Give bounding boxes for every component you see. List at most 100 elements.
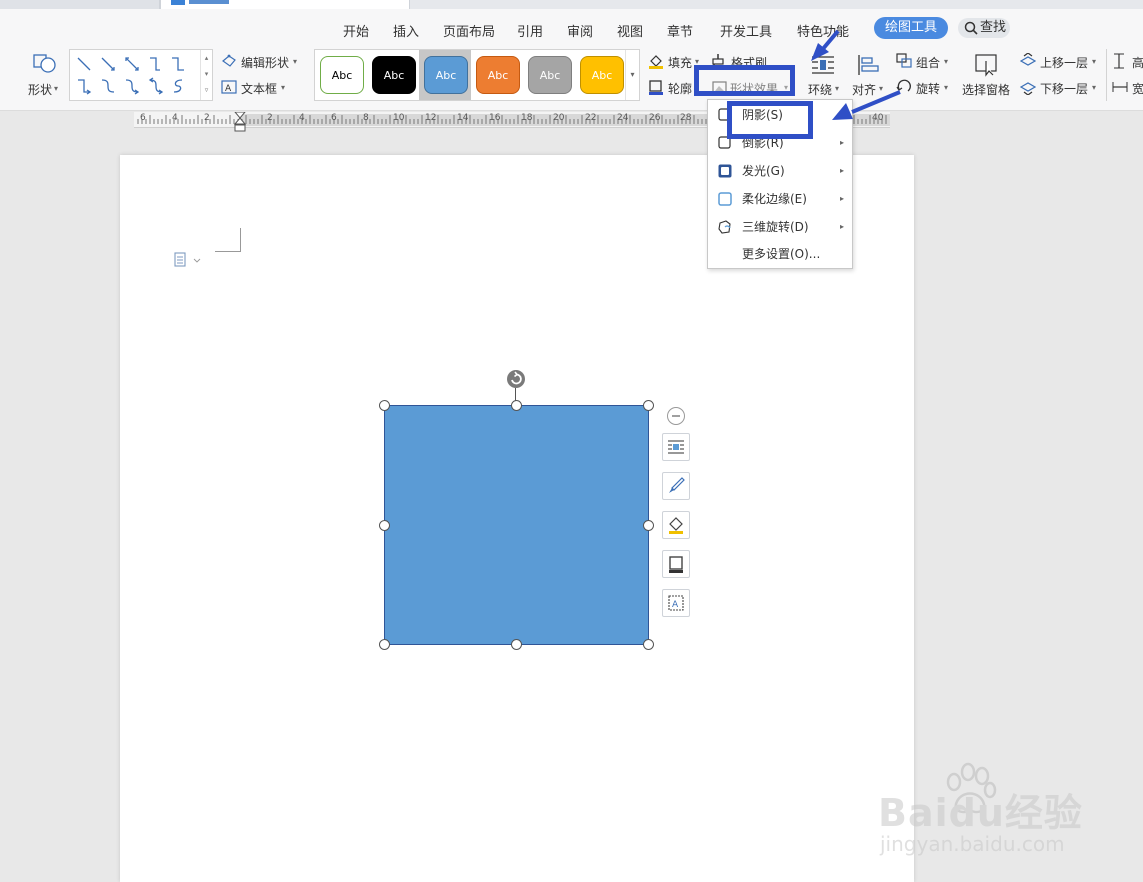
watermark-url: jingyan.baidu.com: [880, 832, 1065, 856]
resize-handle-left[interactable]: [379, 520, 390, 531]
style-swatch-gray[interactable]: Abc: [528, 56, 572, 94]
menu-section[interactable]: 章节: [667, 21, 693, 40]
resize-handle-bottom-left[interactable]: [379, 639, 390, 650]
send-backward-button[interactable]: 下移一层 ▾: [1020, 79, 1100, 97]
style-swatch-gold[interactable]: Abc: [580, 56, 624, 94]
shape-fill-button[interactable]: [662, 511, 690, 539]
indent-marker-icon[interactable]: [234, 112, 246, 134]
style-swatch-blue[interactable]: Abc: [424, 56, 468, 94]
bring-forward-button[interactable]: 上移一层 ▾: [1020, 53, 1100, 71]
ruler-number: 10: [393, 113, 405, 123]
selected-rectangle-shape[interactable]: [384, 405, 649, 645]
submenu-arrow-icon: ▸: [839, 138, 844, 147]
style-swatch-black[interactable]: Abc: [372, 56, 416, 94]
menu-insert[interactable]: 插入: [393, 21, 419, 40]
menu-item-3d-rotation[interactable]: 三维旋转(D) ▸: [708, 214, 852, 240]
ruler-number: 2: [267, 113, 273, 123]
ruler-number: 20: [553, 113, 565, 123]
menu-item-more-settings[interactable]: 更多设置(O)...: [708, 241, 852, 267]
send-backward-label: 下移一层: [1040, 82, 1089, 96]
margin-corner-mark: [215, 228, 241, 252]
menu-item-glow[interactable]: 发光(G) ▸: [708, 158, 852, 184]
document-tab-active[interactable]: [160, 0, 410, 9]
rotate-label: 旋转: [916, 82, 941, 96]
wrap-button[interactable]: 环绕 ▾: [804, 51, 844, 101]
rotate-button[interactable]: 旋转 ▾: [896, 79, 954, 97]
menu-item-label: 三维旋转(D): [742, 220, 809, 234]
menu-review[interactable]: 审阅: [567, 21, 593, 40]
menu-item-soft-edges[interactable]: 柔化边缘(E) ▸: [708, 186, 852, 212]
ruler-number: 14: [457, 113, 469, 123]
menu-item-label: 更多设置(O)...: [742, 247, 821, 261]
ruler-number: 22: [585, 113, 597, 123]
ruler-number: 4: [299, 113, 305, 123]
shape-library-scroll[interactable]: ▴ ▾ ▿: [200, 50, 212, 100]
resize-handle-bottom[interactable]: [511, 639, 522, 650]
ruler-number: 18: [521, 113, 533, 123]
shape-style-button[interactable]: [662, 472, 690, 500]
width-field[interactable]: 宽: [1112, 79, 1143, 97]
submenu-arrow-icon: ▸: [839, 222, 844, 231]
styles-more-button[interactable]: ▾: [625, 50, 639, 100]
shape-label: 形状: [28, 83, 53, 97]
width-icon: [1112, 82, 1128, 92]
group-button[interactable]: 组合 ▾: [896, 53, 954, 71]
rotate-icon: [896, 79, 911, 92]
shapes-icon: [33, 54, 56, 73]
menu-page-layout[interactable]: 页面布局: [443, 21, 495, 40]
style-swatch-outline-green[interactable]: Abc: [320, 56, 364, 94]
layout-options-button[interactable]: [662, 433, 690, 461]
height-field[interactable]: 高: [1112, 53, 1143, 71]
width-label: 宽: [1132, 82, 1143, 96]
group-label: 组合: [916, 56, 941, 70]
outline-button[interactable]: 轮廓: [648, 79, 694, 97]
minus-icon: [672, 415, 680, 417]
shape-button[interactable]: 形状 ▾: [26, 49, 64, 99]
ruler-number: 40: [872, 113, 884, 123]
selection-pane-label: 选择窗格: [962, 83, 1011, 97]
collapse-button[interactable]: [667, 407, 685, 425]
resize-handle-right[interactable]: [643, 520, 654, 531]
ruler-number: 6: [140, 113, 146, 123]
document-tab-title-fragment: [189, 0, 229, 4]
selection-pane-button[interactable]: 选择窗格: [960, 51, 1014, 101]
align-button[interactable]: 对齐 ▾: [850, 51, 890, 101]
resize-handle-top-right[interactable]: [643, 400, 654, 411]
document-tab[interactable]: [0, 0, 160, 9]
menu-view[interactable]: 视图: [617, 21, 643, 40]
line-shapes-icon: [77, 57, 184, 95]
menu-developer[interactable]: 开发工具: [720, 21, 772, 40]
style-swatch-orange[interactable]: Abc: [476, 56, 520, 94]
bring-forward-label: 上移一层: [1040, 56, 1089, 70]
resize-handle-top-left[interactable]: [379, 400, 390, 411]
shape-library[interactable]: ▴ ▾ ▿: [69, 49, 213, 101]
submenu-arrow-icon: ▸: [839, 166, 844, 175]
menu-item-label: 柔化边缘(E): [742, 192, 807, 206]
svg-text:A: A: [672, 600, 679, 610]
edit-shape-button[interactable]: 编辑形状 ▾: [221, 53, 303, 71]
outline-label: 轮廓: [668, 82, 693, 96]
resize-handle-top[interactable]: [511, 400, 522, 411]
shape-outline-button[interactable]: [662, 550, 690, 578]
outline-icon: [649, 80, 663, 95]
text-box-icon: A: [221, 80, 237, 94]
menu-references[interactable]: 引用: [517, 21, 543, 40]
edit-shape-label: 编辑形状: [241, 56, 290, 70]
rotate-handle-icon: [511, 371, 522, 385]
search-button[interactable]: 查找: [958, 18, 1010, 38]
paragraph-layout-button[interactable]: [173, 252, 203, 268]
resize-handle-bottom-right[interactable]: [643, 639, 654, 650]
tab-drawing-tools[interactable]: 绘图工具: [874, 17, 948, 39]
3d-rotation-icon: [718, 220, 731, 234]
text-box-options-button[interactable]: A: [662, 589, 690, 617]
menu-home[interactable]: 开始: [343, 21, 369, 40]
group-icon: [896, 53, 912, 68]
document-icon: [171, 0, 185, 5]
ribbon: 开始 插入 页面布局 引用 审阅 视图 章节 开发工具 特色功能 绘图工具 查找…: [0, 9, 1143, 111]
shape-styles-gallery: Abc Abc Abc Abc Abc Abc ▾: [314, 49, 640, 101]
ruler-number: 12: [425, 113, 437, 123]
menu-special-features[interactable]: 特色功能: [797, 21, 849, 40]
rotation-handle[interactable]: [507, 370, 525, 388]
highlight-shadow-item: [727, 101, 813, 139]
text-box-button[interactable]: A 文本框 ▾: [221, 79, 291, 97]
